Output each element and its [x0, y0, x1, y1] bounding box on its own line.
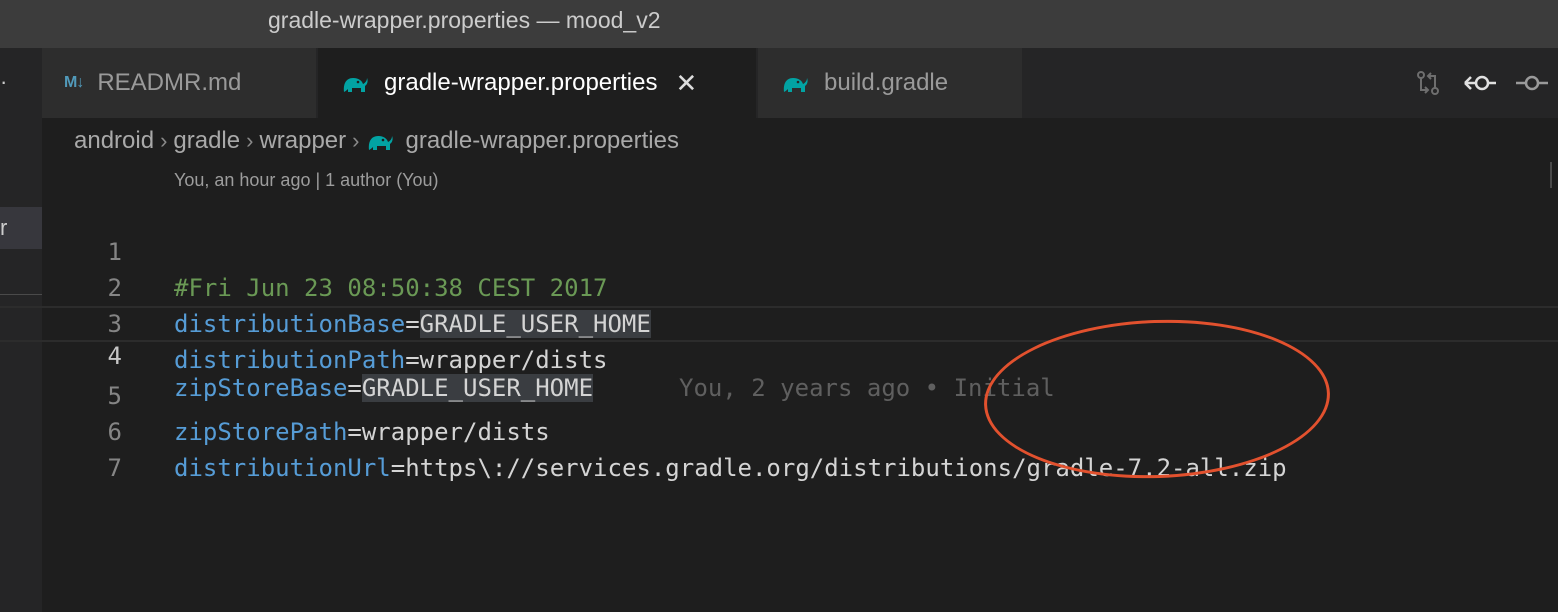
breadcrumb-separator: › [352, 128, 360, 153]
close-tab-icon[interactable]: ✕ [675, 70, 697, 96]
gradle-elephant-icon [365, 130, 395, 152]
line-number: 7 [107, 454, 122, 482]
git-previous-change-icon[interactable] [1454, 48, 1506, 118]
title-bar: gradle-wrapper.properties — mood_v2 [0, 0, 1558, 48]
gradle-elephant-icon [780, 72, 810, 94]
breadcrumb-separator: › [160, 128, 168, 153]
breadcrumb-separator: › [246, 128, 254, 153]
editor-actions [1402, 48, 1558, 118]
sidebar-overflow-icon[interactable]: · [0, 71, 7, 93]
breadcrumb: android › gradle › wrapper › gradle-wrap… [74, 124, 679, 158]
breadcrumb-item-wrapper[interactable]: wrapper [259, 127, 346, 155]
property-value: https\://services.gradle.org/distributio… [405, 454, 1287, 482]
tab-bar: M↓ READMR.md gradle-wrapper.properties ✕… [42, 48, 1558, 118]
tab-readme[interactable]: M↓ READMR.md [42, 48, 316, 118]
code-line[interactable]: 3 distributionPath=wrapper/dists [0, 270, 1558, 374]
current-code-line[interactable]: 4 zipStoreBase=GRADLE_USER_HOME You, 2 ye… [0, 306, 1558, 402]
code-line[interactable]: 5 zipStorePath=wrapper/dists [0, 342, 1558, 446]
code-line[interactable]: 7 [0, 414, 1558, 482]
code-line[interactable]: 6 distributionUrl=https\://services.grad… [0, 378, 1558, 482]
code-line[interactable]: 1 #Fri Jun 23 08:50:38 CEST 2017 [0, 198, 1558, 302]
tab-gradle-wrapper-properties[interactable]: gradle-wrapper.properties ✕ [318, 48, 756, 118]
gradle-elephant-icon [340, 72, 370, 94]
property-key: distributionUrl [174, 454, 391, 482]
compare-changes-icon[interactable] [1402, 48, 1454, 118]
tab-label: build.gradle [824, 69, 949, 96]
breadcrumb-item-file[interactable]: gradle-wrapper.properties [405, 127, 678, 155]
git-blame-codelens[interactable]: You, an hour ago | 1 author (You) [174, 170, 439, 191]
code-editor[interactable]: 1 #Fri Jun 23 08:50:38 CEST 2017 2 distr… [0, 198, 1558, 482]
scrollbar-marker[interactable] [1550, 162, 1558, 188]
markdown-icon: M↓ [64, 74, 84, 91]
breadcrumb-item-android[interactable]: android [74, 127, 154, 155]
tab-label: gradle-wrapper.properties [384, 69, 658, 96]
window-title: gradle-wrapper.properties — mood_v2 [268, 7, 661, 33]
code-line[interactable]: 2 distributionBase=GRADLE_USER_HOME [0, 234, 1558, 338]
equals-sign: = [390, 454, 406, 482]
git-next-change-icon[interactable] [1506, 48, 1558, 118]
tab-label: READMR.md [97, 69, 242, 96]
tab-build-gradle[interactable]: build.gradle [758, 48, 1022, 118]
breadcrumb-item-gradle[interactable]: gradle [173, 127, 240, 155]
